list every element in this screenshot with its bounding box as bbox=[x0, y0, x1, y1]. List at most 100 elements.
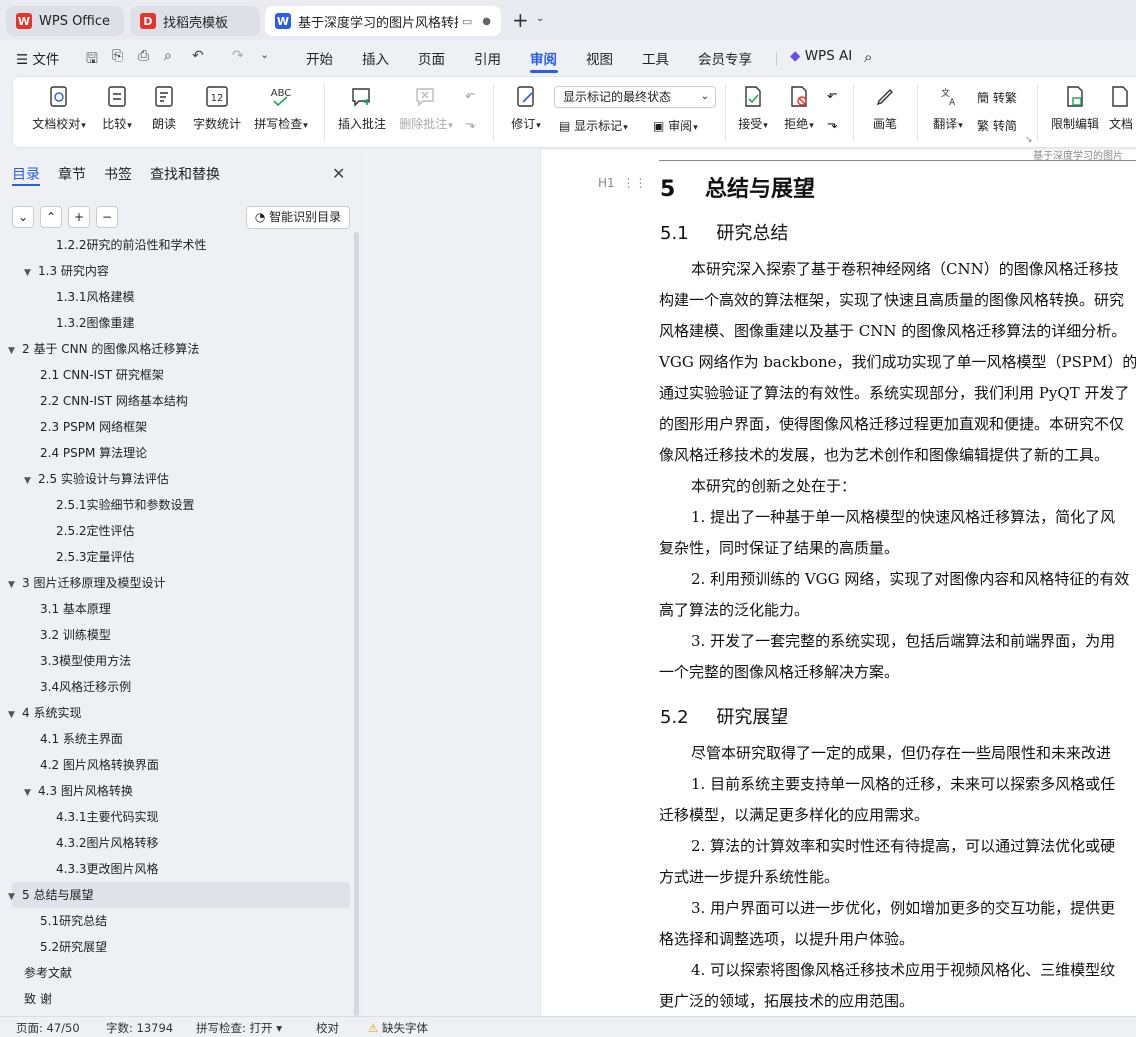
toc-item[interactable]: 5.1研究总结 bbox=[0, 908, 350, 934]
restrict-edit-button[interactable]: 限制编辑 bbox=[1047, 83, 1103, 132]
delete-comment-button[interactable]: 删除批注▾ bbox=[395, 83, 457, 132]
missing-font-indicator[interactable]: ⚠ 缺失字体 bbox=[368, 1020, 428, 1036]
toc-item[interactable]: 1.2.2研究的前沿性和学术性 bbox=[0, 236, 350, 258]
new-tab-plus-icon[interactable]: + bbox=[512, 8, 529, 32]
panel-tab-find-replace[interactable]: 查找和替换 bbox=[150, 164, 220, 184]
toc-item[interactable]: 2.3 PSPM 网络框架 bbox=[0, 414, 350, 440]
add-level-button[interactable]: + bbox=[68, 206, 90, 228]
tab-document[interactable]: W 基于深度学习的图片风格转换 ▭ ● bbox=[265, 6, 501, 36]
toc-item[interactable]: ▼ 3 图片迁移原理及模型设计 bbox=[0, 570, 350, 596]
toc-item[interactable]: 2.5.1实验细节和参数设置 bbox=[0, 492, 350, 518]
to-simplified-button[interactable]: 繁 转简 bbox=[977, 117, 1017, 134]
expand-triangle-icon[interactable]: ▼ bbox=[8, 338, 22, 364]
revise-button[interactable]: 修订▾ bbox=[503, 83, 549, 132]
panel-scrollbar[interactable] bbox=[354, 232, 359, 1016]
toc-item[interactable]: 2.2 CNN-IST 网络基本结构 bbox=[0, 388, 350, 414]
expand-triangle-icon[interactable]: ▼ bbox=[8, 884, 22, 910]
menu-review[interactable]: 审阅 bbox=[530, 48, 557, 68]
toc-item[interactable]: 1.3.2图像重建 bbox=[0, 310, 350, 336]
wps-ai-button[interactable]: ◆ WPS AI bbox=[790, 48, 852, 64]
toc-item[interactable]: 2.4 PSPM 算法理论 bbox=[0, 440, 350, 466]
expand-triangle-icon[interactable]: ▼ bbox=[8, 572, 22, 598]
toc-item[interactable]: 1.3.1风格建模 bbox=[0, 284, 350, 310]
review-pane-button[interactable]: ▣ 审阅▾ bbox=[653, 117, 698, 134]
toc-item[interactable]: 4.2 图片风格转换界面 bbox=[0, 752, 350, 778]
doc-rights-button[interactable]: 文档 bbox=[1109, 83, 1136, 132]
redo-icon[interactable]: ↷ bbox=[232, 48, 244, 64]
menu-tools[interactable]: 工具 bbox=[642, 48, 669, 68]
panel-tab-bookmark[interactable]: 书签 bbox=[104, 164, 132, 184]
heading-style-marker[interactable]: H1 ⋮⋮ bbox=[598, 176, 647, 190]
panel-tab-chapter[interactable]: 章节 bbox=[58, 164, 86, 184]
proof-indicator[interactable]: 校对 bbox=[316, 1020, 339, 1036]
menu-start[interactable]: 开始 bbox=[306, 48, 333, 68]
spell-check-indicator[interactable]: 拼写检查: 打开 ▾ bbox=[196, 1020, 282, 1036]
quick-access-chevron-icon[interactable]: ⌄ bbox=[260, 48, 269, 61]
pen-button[interactable]: 画笔 bbox=[865, 83, 905, 132]
menu-member[interactable]: 会员专享 bbox=[698, 48, 752, 68]
save-icon[interactable]: 🖫 bbox=[86, 48, 98, 72]
insert-comment-button[interactable]: 插入批注 bbox=[335, 83, 389, 132]
toc-item[interactable]: 2.5.2定性评估 bbox=[0, 518, 350, 544]
expand-triangle-icon[interactable]: ▼ bbox=[8, 702, 22, 728]
share-icon[interactable]: ⎘ bbox=[112, 48, 123, 64]
smart-toc-button[interactable]: ◔ 智能识别目录 bbox=[246, 206, 350, 229]
toc-item[interactable]: 4.3.1主要代码实现 bbox=[0, 804, 350, 830]
translate-button[interactable]: 文A 翻译▾ bbox=[925, 83, 971, 132]
toc-item[interactable]: 3.2 训练模型 bbox=[0, 622, 350, 648]
toc-item[interactable]: ▼ 4.3 图片风格转换 bbox=[0, 778, 350, 804]
toc-item[interactable]: 4.3.2图片风格转移 bbox=[0, 830, 350, 856]
expand-triangle-icon[interactable]: ▼ bbox=[24, 260, 38, 286]
toc-item[interactable]: 致 谢 bbox=[0, 986, 350, 1012]
expand-triangle-icon[interactable]: ▼ bbox=[24, 780, 38, 806]
toc-item[interactable]: 5.2研究展望 bbox=[0, 934, 350, 960]
tab-list-chevron-icon[interactable]: ⌄ bbox=[536, 13, 544, 24]
ribbon-expand-icon[interactable]: ↘ bbox=[1025, 135, 1033, 145]
toc-item[interactable]: ▼ 2 基于 CNN 的图像风格迁移算法 bbox=[0, 336, 350, 362]
word-count-button[interactable]: 12 字数统计 bbox=[189, 83, 245, 132]
toc-item[interactable]: 参考文献 bbox=[0, 960, 350, 986]
toc-item[interactable]: 3.3模型使用方法 bbox=[0, 648, 350, 674]
panel-tab-toc[interactable]: 目录 bbox=[12, 164, 40, 184]
toc-item[interactable]: ▼ 2.5 实验设计与算法评估 bbox=[0, 466, 350, 492]
expand-up-button[interactable]: ⌃ bbox=[40, 206, 62, 228]
word-count-indicator[interactable]: 字数: 13794 bbox=[106, 1020, 173, 1036]
prev-change-icon[interactable]: ⬐ bbox=[827, 87, 838, 102]
markup-mode-select[interactable]: 显示标记的最终状态 ⌄ bbox=[554, 86, 716, 108]
toc-item[interactable]: 4.3.3更改图片风格 bbox=[0, 856, 350, 882]
next-change-icon[interactable]: ⬎ bbox=[827, 117, 838, 132]
search-icon[interactable]: ⌕ bbox=[864, 48, 872, 66]
toc-item[interactable]: 3.1 基本原理 bbox=[0, 596, 350, 622]
expand-triangle-icon[interactable]: ▼ bbox=[24, 468, 38, 494]
collapse-all-button[interactable]: ⌄ bbox=[12, 206, 34, 228]
menu-insert[interactable]: 插入 bbox=[362, 48, 389, 68]
toc-item[interactable]: 2.1 CNN-IST 研究框架 bbox=[0, 362, 350, 388]
print-icon[interactable]: ⎙ bbox=[138, 48, 149, 64]
toc-item[interactable]: ▼ 4 系统实现 bbox=[0, 700, 350, 726]
unsaved-dot-icon[interactable]: ● bbox=[482, 16, 491, 27]
read-aloud-button[interactable]: 朗读 bbox=[147, 83, 181, 132]
show-markup-button[interactable]: ▤ 显示标记▾ bbox=[559, 117, 628, 134]
file-menu[interactable]: ☰ 文件 bbox=[16, 48, 59, 68]
undo-icon[interactable]: ↶ bbox=[192, 48, 204, 64]
doc-proof-button[interactable]: 文档校对▾ bbox=[27, 83, 91, 132]
prev-comment-icon[interactable]: ⬐ bbox=[465, 87, 476, 102]
remove-level-button[interactable]: − bbox=[96, 206, 118, 228]
toc-item[interactable]: 4.1 系统主界面 bbox=[0, 726, 350, 752]
toc-item[interactable]: ▼ 1.3 研究内容 bbox=[0, 258, 350, 284]
tab-wps-office[interactable]: W WPS Office bbox=[6, 6, 124, 36]
print-preview-icon[interactable]: ⌕ bbox=[164, 48, 172, 64]
tab-template[interactable]: D 找稻壳模板 bbox=[130, 6, 260, 36]
next-comment-icon[interactable]: ⬎ bbox=[465, 117, 476, 132]
menu-page[interactable]: 页面 bbox=[418, 48, 445, 68]
accept-button[interactable]: 接受▾ bbox=[733, 83, 773, 132]
close-icon[interactable]: ✕ bbox=[332, 164, 345, 183]
page-indicator[interactable]: 页面: 47/50 bbox=[16, 1020, 80, 1036]
toc-item[interactable]: 2.5.3定量评估 bbox=[0, 544, 350, 570]
to-traditional-button[interactable]: 簡 转繁 bbox=[977, 89, 1017, 106]
menu-view[interactable]: 视图 bbox=[586, 48, 613, 68]
toc-item[interactable]: 3.4风格迁移示例 bbox=[0, 674, 350, 700]
compare-button[interactable]: 比较▾ bbox=[97, 83, 137, 132]
reject-button[interactable]: 拒绝▾ bbox=[779, 83, 819, 132]
spell-check-button[interactable]: ABC 拼写检查▾ bbox=[251, 83, 311, 132]
